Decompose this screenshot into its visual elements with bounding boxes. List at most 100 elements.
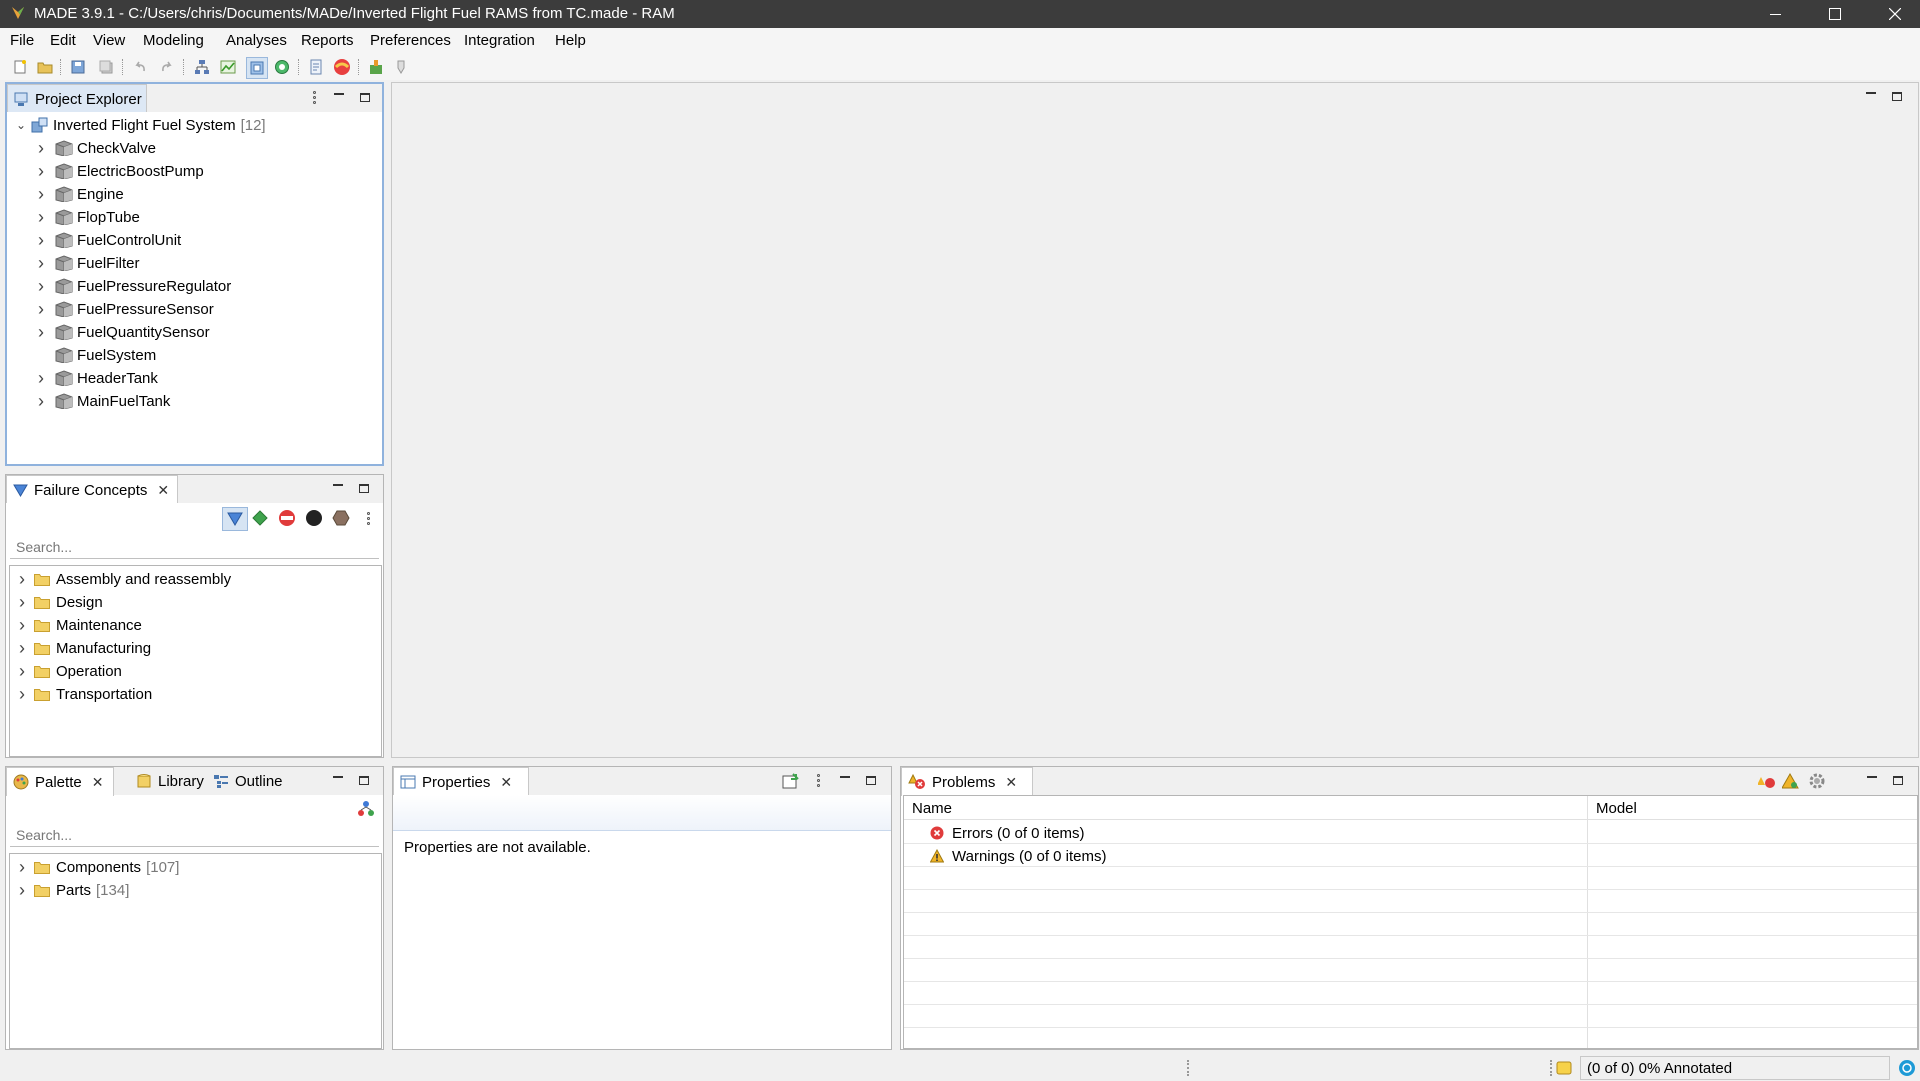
- minimize-panel-button[interactable]: [1862, 87, 1880, 105]
- minimize-panel-button[interactable]: [329, 771, 347, 789]
- diamond-icon[interactable]: [250, 508, 270, 528]
- tab-library[interactable]: Library: [130, 767, 204, 795]
- close-icon[interactable]: ✕: [1005, 774, 1017, 791]
- tree-folder[interactable]: › Operation: [16, 660, 122, 682]
- menu-preferences[interactable]: Preferences: [370, 32, 451, 49]
- menu-reports[interactable]: Reports: [301, 32, 354, 49]
- tab-project-explorer[interactable]: Project Explorer: [7, 84, 147, 113]
- menu-modeling[interactable]: Modeling: [143, 32, 204, 49]
- chevron-right-icon[interactable]: ›: [35, 322, 47, 343]
- column-header-name[interactable]: Name: [912, 800, 952, 817]
- column-header-model[interactable]: Model: [1596, 800, 1637, 817]
- tree-item[interactable]: › CheckValve: [35, 137, 156, 159]
- tree-item[interactable]: › ElectricBoostPump: [35, 160, 204, 182]
- close-button[interactable]: [1865, 0, 1920, 28]
- tree-item[interactable]: › FuelFilter: [35, 252, 140, 274]
- tab-outline[interactable]: Outline: [209, 767, 283, 795]
- pin-icon[interactable]: [391, 57, 411, 77]
- open-folder-icon[interactable]: [35, 57, 55, 77]
- maximize-panel-button[interactable]: [1889, 771, 1907, 789]
- save-icon[interactable]: [68, 57, 88, 77]
- warning-filter-icon[interactable]: [1781, 771, 1801, 791]
- menu-edit[interactable]: Edit: [50, 32, 76, 49]
- report-icon[interactable]: [306, 57, 326, 77]
- save-all-icon[interactable]: [96, 57, 116, 77]
- chevron-right-icon[interactable]: ›: [16, 569, 28, 590]
- minimize-button[interactable]: [1745, 0, 1805, 28]
- menu-file[interactable]: File: [10, 32, 34, 49]
- maximize-panel-button[interactable]: [355, 771, 373, 789]
- undo-icon[interactable]: [130, 57, 150, 77]
- tree-folder[interactable]: › Transportation: [16, 683, 152, 705]
- new-file-icon[interactable]: [10, 57, 30, 77]
- chevron-right-icon[interactable]: ›: [35, 230, 47, 251]
- model-view-icon[interactable]: [246, 57, 268, 79]
- chevron-right-icon[interactable]: ›: [35, 391, 47, 412]
- chevron-right-icon[interactable]: ›: [16, 661, 28, 682]
- tree-item[interactable]: FuelSystem: [35, 344, 156, 366]
- view-menu-button[interactable]: [809, 771, 827, 789]
- filter-failure-icon[interactable]: [222, 507, 248, 531]
- tree-folder[interactable]: › Manufacturing: [16, 637, 151, 659]
- tree-item[interactable]: › HeaderTank: [35, 367, 158, 389]
- tree-root[interactable]: ⌄ Inverted Flight Fuel System [12]: [15, 114, 266, 136]
- maximize-panel-button[interactable]: [355, 479, 373, 497]
- close-icon[interactable]: ✕: [157, 482, 169, 499]
- tree-folder[interactable]: › Parts [134]: [16, 879, 129, 901]
- chevron-right-icon[interactable]: ›: [16, 880, 28, 901]
- maximize-panel-button[interactable]: [356, 88, 374, 106]
- menu-help[interactable]: Help: [555, 32, 586, 49]
- tree-folder[interactable]: › Maintenance: [16, 614, 142, 636]
- menu-analyses[interactable]: Analyses: [226, 32, 287, 49]
- pin-view-icon[interactable]: [781, 771, 801, 791]
- tree-item[interactable]: › MainFuelTank: [35, 390, 170, 412]
- minimize-panel-button[interactable]: [329, 479, 347, 497]
- no-entry-icon[interactable]: [277, 508, 297, 528]
- palette-search-input[interactable]: Search...: [10, 823, 379, 847]
- plugin-icon[interactable]: [366, 57, 386, 77]
- maximize-panel-button[interactable]: [1888, 87, 1906, 105]
- maximize-panel-button[interactable]: [862, 771, 880, 789]
- tree-item[interactable]: › FuelPressureSensor: [35, 298, 214, 320]
- chevron-right-icon[interactable]: ›: [16, 592, 28, 613]
- redo-icon[interactable]: [157, 57, 177, 77]
- gear-icon[interactable]: [1807, 771, 1827, 791]
- table-row[interactable]: Warnings (0 of 0 items): [930, 845, 1107, 867]
- chevron-down-icon[interactable]: ⌄: [15, 118, 27, 132]
- chevron-right-icon[interactable]: ›: [35, 299, 47, 320]
- tab-palette[interactable]: Palette ✕: [6, 767, 114, 796]
- view-menu-button[interactable]: [305, 88, 323, 106]
- tree-item[interactable]: › FuelPressureRegulator: [35, 275, 231, 297]
- tab-properties[interactable]: Properties ✕: [393, 767, 529, 796]
- chart-icon[interactable]: [218, 57, 238, 77]
- tree-item[interactable]: › FuelQuantitySensor: [35, 321, 210, 343]
- network-icon[interactable]: [272, 57, 292, 77]
- close-icon[interactable]: ✕: [500, 774, 512, 791]
- chevron-right-icon[interactable]: ›: [35, 207, 47, 228]
- tree-folder[interactable]: › Design: [16, 591, 103, 613]
- tree-item[interactable]: › FlopTube: [35, 206, 140, 228]
- chevron-right-icon[interactable]: ›: [16, 615, 28, 636]
- tree-folder[interactable]: › Components [107]: [16, 856, 179, 878]
- maximize-button[interactable]: [1805, 0, 1865, 28]
- chevron-right-icon[interactable]: ›: [16, 638, 28, 659]
- chevron-right-icon[interactable]: ›: [35, 253, 47, 274]
- table-row[interactable]: Errors (0 of 0 items): [930, 822, 1085, 844]
- tree-item[interactable]: › FuelControlUnit: [35, 229, 181, 251]
- minimize-panel-button[interactable]: [330, 88, 348, 106]
- link-icon[interactable]: [356, 799, 376, 819]
- view-menu-button[interactable]: [358, 508, 378, 528]
- chevron-right-icon[interactable]: ›: [35, 161, 47, 182]
- tree-folder[interactable]: › Assembly and reassembly: [16, 568, 231, 590]
- tab-problems[interactable]: Problems ✕: [901, 767, 1033, 796]
- reliability-icon[interactable]: [332, 57, 352, 77]
- close-icon[interactable]: ✕: [92, 774, 104, 791]
- hierarchy-icon[interactable]: [192, 57, 212, 77]
- tab-failure-concepts[interactable]: Failure Concepts ✕: [6, 475, 178, 504]
- black-circle-icon[interactable]: [304, 508, 324, 528]
- chevron-right-icon[interactable]: ›: [35, 138, 47, 159]
- chevron-right-icon[interactable]: ›: [35, 184, 47, 205]
- menu-integration[interactable]: Integration: [464, 32, 535, 49]
- minimize-panel-button[interactable]: [1863, 771, 1881, 789]
- chevron-right-icon[interactable]: ›: [16, 684, 28, 705]
